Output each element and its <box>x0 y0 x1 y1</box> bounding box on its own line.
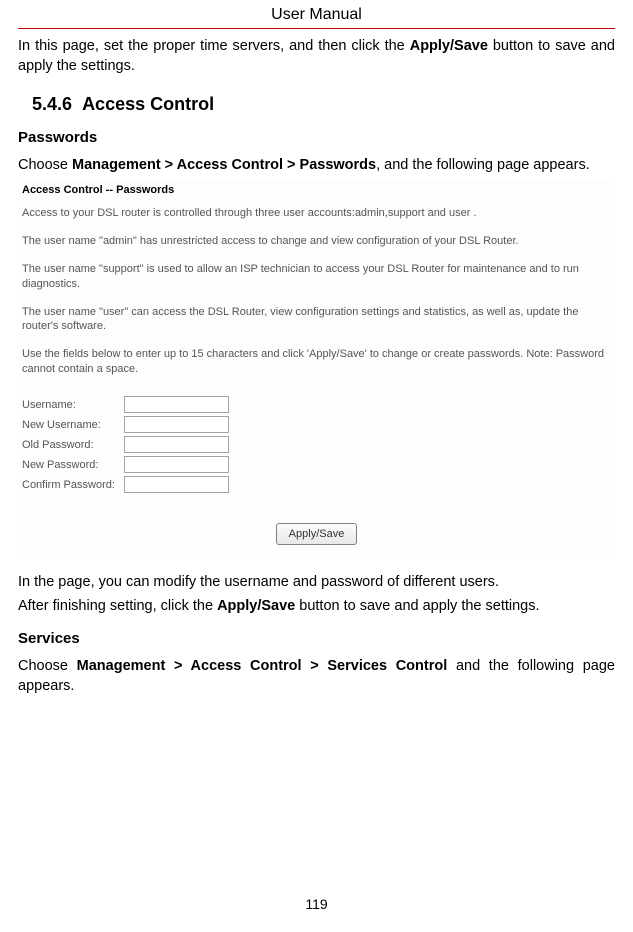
new-password-label: New Password: <box>22 459 124 471</box>
passwords-heading: Passwords <box>18 129 615 146</box>
username-label: Username: <box>22 399 124 411</box>
services-intro: Choose Management > Access Control > Ser… <box>18 657 615 696</box>
passwords-intro: Choose Management > Access Control > Pas… <box>18 156 615 176</box>
services-breadcrumb: Management > Access Control > Services C… <box>77 658 448 674</box>
services-prefix: Choose <box>18 658 77 674</box>
new-password-input[interactable] <box>124 456 229 473</box>
section-title: Access Control <box>82 94 214 114</box>
after-line2-prefix: After finishing setting, click the <box>18 598 217 614</box>
old-password-input[interactable] <box>124 436 229 453</box>
services-heading: Services <box>18 630 615 647</box>
new-username-label: New Username: <box>22 419 124 431</box>
panel-title: Access Control -- Passwords <box>18 180 615 206</box>
form-area: Username: New Username: Old Password: Ne… <box>18 390 615 493</box>
section-heading: 5.4.6 Access Control <box>32 94 615 115</box>
apply-save-button[interactable]: Apply/Save <box>276 523 358 545</box>
intro-paragraph: In this page, set the proper time server… <box>18 37 615 76</box>
after-apply-save: Apply/Save <box>217 598 295 614</box>
intro-prefix: In this page, set the proper time server… <box>18 38 410 54</box>
panel-p5: Use the fields below to enter up to 15 c… <box>18 347 615 390</box>
page-title: User Manual <box>18 0 615 28</box>
username-input[interactable] <box>124 396 229 413</box>
confirm-password-label: Confirm Password: <box>22 479 124 491</box>
panel-p2: The user name "admin" has unrestricted a… <box>18 234 615 262</box>
form-row-new-username: New Username: <box>22 416 611 433</box>
form-row-username: Username: <box>22 396 611 413</box>
after-line1: In the page, you can modify the username… <box>18 573 615 593</box>
form-row-old-password: Old Password: <box>22 436 611 453</box>
after-line2-suffix: button to save and apply the settings. <box>295 598 539 614</box>
panel-p4: The user name "user" can access the DSL … <box>18 305 615 348</box>
page-number: 119 <box>0 896 633 912</box>
confirm-password-input[interactable] <box>124 476 229 493</box>
passwords-suffix: , and the following page appears. <box>376 157 590 173</box>
button-wrap: Apply/Save <box>18 523 615 545</box>
passwords-breadcrumb: Management > Access Control > Passwords <box>72 157 376 173</box>
section-number: 5.4.6 <box>32 94 72 114</box>
panel-p3: The user name "support" is used to allow… <box>18 262 615 305</box>
old-password-label: Old Password: <box>22 439 124 451</box>
form-row-new-password: New Password: <box>22 456 611 473</box>
panel-p1: Access to your DSL router is controlled … <box>18 206 615 234</box>
passwords-prefix: Choose <box>18 157 72 173</box>
passwords-panel: Access Control -- Passwords Access to yo… <box>18 180 615 553</box>
header-divider <box>18 28 615 29</box>
after-line2: After finishing setting, click the Apply… <box>18 597 615 617</box>
new-username-input[interactable] <box>124 416 229 433</box>
intro-apply-save: Apply/Save <box>410 38 488 54</box>
form-row-confirm-password: Confirm Password: <box>22 476 611 493</box>
